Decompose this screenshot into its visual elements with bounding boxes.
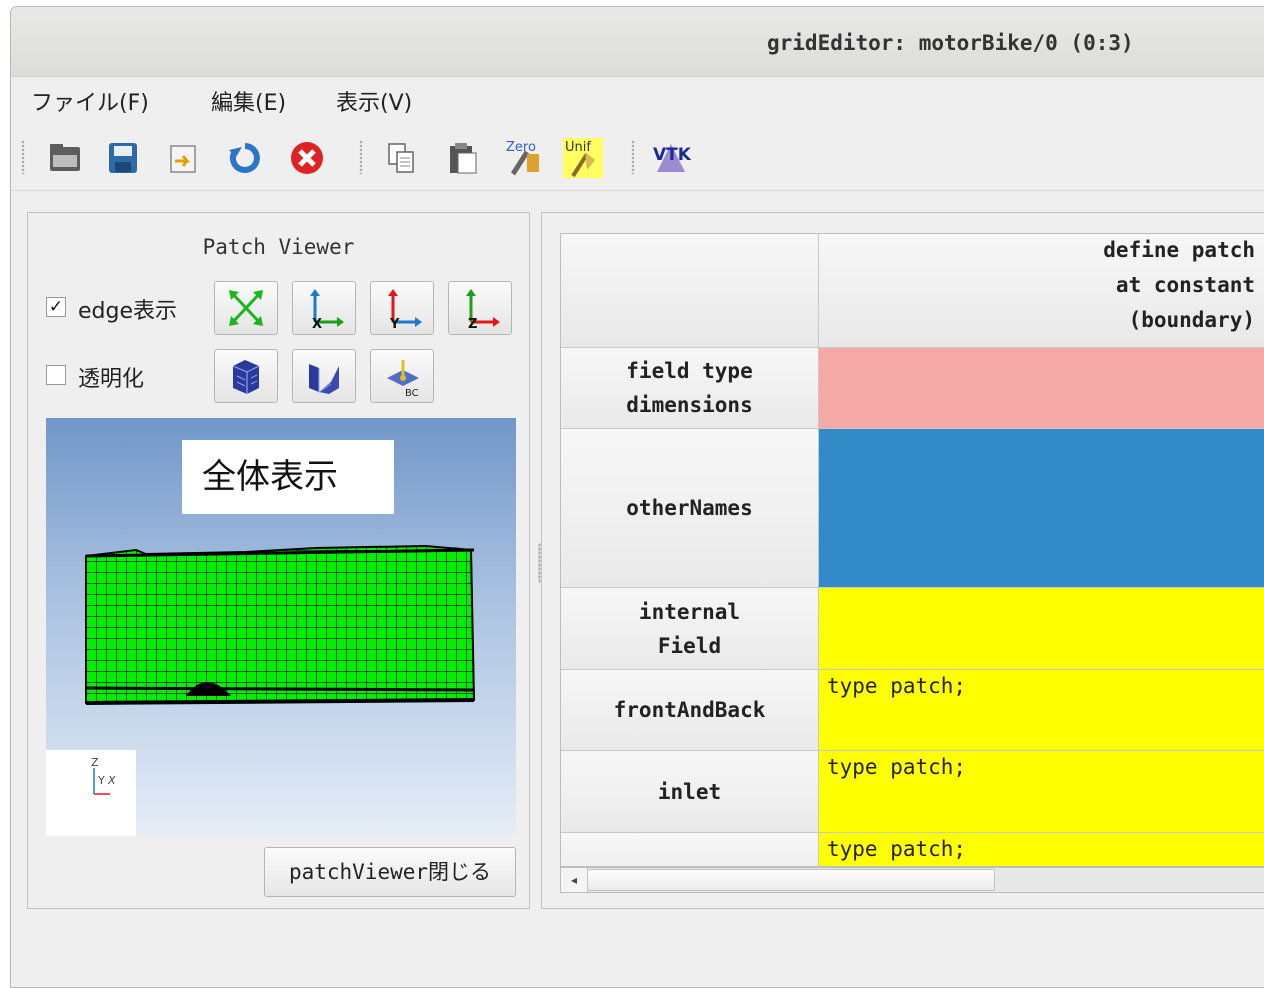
uniform-icon[interactable]: Unif bbox=[563, 138, 603, 178]
window-title: gridEditor: motorBike/0 (0:3) bbox=[767, 31, 1134, 55]
view-status-label: 全体表示 bbox=[182, 440, 394, 514]
menu-edit[interactable]: 編集(E) bbox=[211, 85, 286, 117]
cancel-icon[interactable] bbox=[287, 138, 327, 178]
3d-viewport[interactable]: 全体表示 Z Y X bbox=[46, 418, 516, 836]
svg-text:VTK: VTK bbox=[653, 145, 691, 165]
grid-table-panel: define patch at constant (boundary) fiel… bbox=[541, 212, 1264, 909]
menu-bar: ファイル(F) 編集(E) 表示(V) bbox=[11, 77, 1264, 121]
cell-field-type[interactable] bbox=[819, 348, 1264, 429]
axis-z-icon: Z bbox=[466, 289, 500, 330]
transparent-checkbox-label[interactable]: 透明化 bbox=[78, 361, 144, 393]
fit-view-button[interactable] bbox=[214, 281, 278, 335]
mesh-cube-icon bbox=[232, 360, 260, 394]
row-header-line: frontAndBack bbox=[613, 698, 766, 722]
row-header-other-names[interactable]: otherNames bbox=[561, 429, 819, 588]
copy-icon[interactable] bbox=[381, 138, 421, 178]
view-y-axis-button[interactable]: Y bbox=[370, 281, 434, 335]
row-header-line: dimensions bbox=[626, 393, 753, 417]
cell-front-and-back[interactable]: type patch; bbox=[819, 670, 1264, 751]
axis-x-icon: X bbox=[310, 289, 344, 330]
row-header-field-type[interactable]: field type dimensions bbox=[561, 348, 819, 429]
cell-internal-field[interactable] bbox=[819, 588, 1264, 670]
axis-y-icon: Y bbox=[388, 289, 422, 330]
column-header-line: (boundary) bbox=[1128, 308, 1255, 332]
scrollbar-thumb[interactable] bbox=[587, 869, 995, 891]
row-header-internal-field[interactable]: internal Field bbox=[561, 588, 819, 670]
horizontal-scrollbar[interactable]: ◂ bbox=[560, 867, 1264, 893]
svg-text:Z: Z bbox=[468, 317, 477, 330]
row-header-front-and-back[interactable]: frontAndBack bbox=[561, 670, 819, 751]
scroll-left-button[interactable]: ◂ bbox=[561, 868, 588, 892]
solid-view-button[interactable] bbox=[214, 349, 278, 403]
mesh-cut-icon bbox=[309, 364, 339, 394]
open-folder-icon[interactable] bbox=[45, 138, 85, 178]
bc-icon: BC bbox=[387, 360, 419, 398]
svg-text:Z: Z bbox=[91, 756, 99, 769]
menu-view[interactable]: 表示(V) bbox=[336, 85, 412, 117]
svg-text:Y: Y bbox=[389, 317, 400, 330]
row-header-inlet[interactable]: inlet bbox=[561, 751, 819, 833]
patch-viewer-panel: Patch Viewer ✓ edge表示 透明化 X Y Z BC 全体表示 … bbox=[27, 212, 530, 909]
patch-viewer-title: Patch Viewer bbox=[202, 235, 355, 259]
view-z-axis-button[interactable]: Z bbox=[448, 281, 512, 335]
row-header-partial[interactable] bbox=[561, 833, 819, 866]
row-header-line: field type bbox=[626, 359, 753, 383]
svg-text:Y: Y bbox=[97, 774, 105, 787]
column-header-line: define patch bbox=[1103, 238, 1255, 262]
axes-triad-icon: Z Y X bbox=[91, 756, 116, 795]
view-x-axis-button[interactable]: X bbox=[292, 281, 356, 335]
bc-view-button[interactable]: BC bbox=[370, 349, 434, 403]
edge-checkbox-label[interactable]: edge表示 bbox=[78, 293, 177, 325]
vtk-icon[interactable]: VTK bbox=[651, 138, 691, 178]
svg-text:Zero: Zero bbox=[506, 140, 536, 155]
fit-view-icon bbox=[229, 290, 263, 326]
reload-icon[interactable] bbox=[225, 138, 265, 178]
export-icon[interactable] bbox=[163, 138, 203, 178]
cell-other-names[interactable] bbox=[819, 429, 1264, 588]
transparent-checkbox[interactable] bbox=[46, 365, 66, 385]
toolbar-grip-3[interactable] bbox=[631, 140, 635, 174]
row-header-line: internal bbox=[638, 599, 741, 624]
toolbar-grip[interactable] bbox=[21, 140, 25, 174]
grid-editor-window: gridEditor: motorBike/0 (0:3) ファイル(F) 編集… bbox=[10, 6, 1264, 988]
toolbar: Zero Unif VTK bbox=[11, 122, 1264, 191]
cutaway-view-button[interactable] bbox=[292, 349, 356, 403]
svg-text:BC: BC bbox=[405, 388, 419, 398]
paste-icon[interactable] bbox=[443, 138, 483, 178]
cell-inlet[interactable]: type patch; bbox=[819, 751, 1264, 833]
edge-checkbox[interactable]: ✓ bbox=[46, 297, 66, 317]
menu-file[interactable]: ファイル(F) bbox=[31, 85, 149, 117]
close-patch-viewer-button[interactable]: patchViewer閉じる bbox=[264, 847, 516, 897]
row-header-line: Field bbox=[657, 633, 722, 658]
cell-partial[interactable]: type patch; bbox=[819, 833, 1264, 866]
svg-text:X: X bbox=[107, 774, 116, 787]
column-header-line: at constant bbox=[1115, 273, 1255, 297]
column-header-constant-boundary[interactable]: define patch at constant (boundary) bbox=[819, 234, 1264, 348]
row-header-line: inlet bbox=[657, 779, 722, 804]
row-header-line: otherNames bbox=[626, 496, 753, 520]
toolbar-grip-2[interactable] bbox=[359, 140, 363, 174]
svg-text:Unif: Unif bbox=[565, 140, 591, 155]
save-icon[interactable] bbox=[103, 138, 143, 178]
svg-text:X: X bbox=[312, 317, 322, 330]
title-bar[interactable]: gridEditor: motorBike/0 (0:3) bbox=[11, 7, 1264, 77]
zero-icon[interactable]: Zero bbox=[505, 138, 545, 178]
table-corner-header[interactable] bbox=[561, 234, 819, 348]
boundary-table: define patch at constant (boundary) fiel… bbox=[560, 233, 1264, 867]
axes-orientation-widget: Z Y X bbox=[46, 750, 136, 836]
